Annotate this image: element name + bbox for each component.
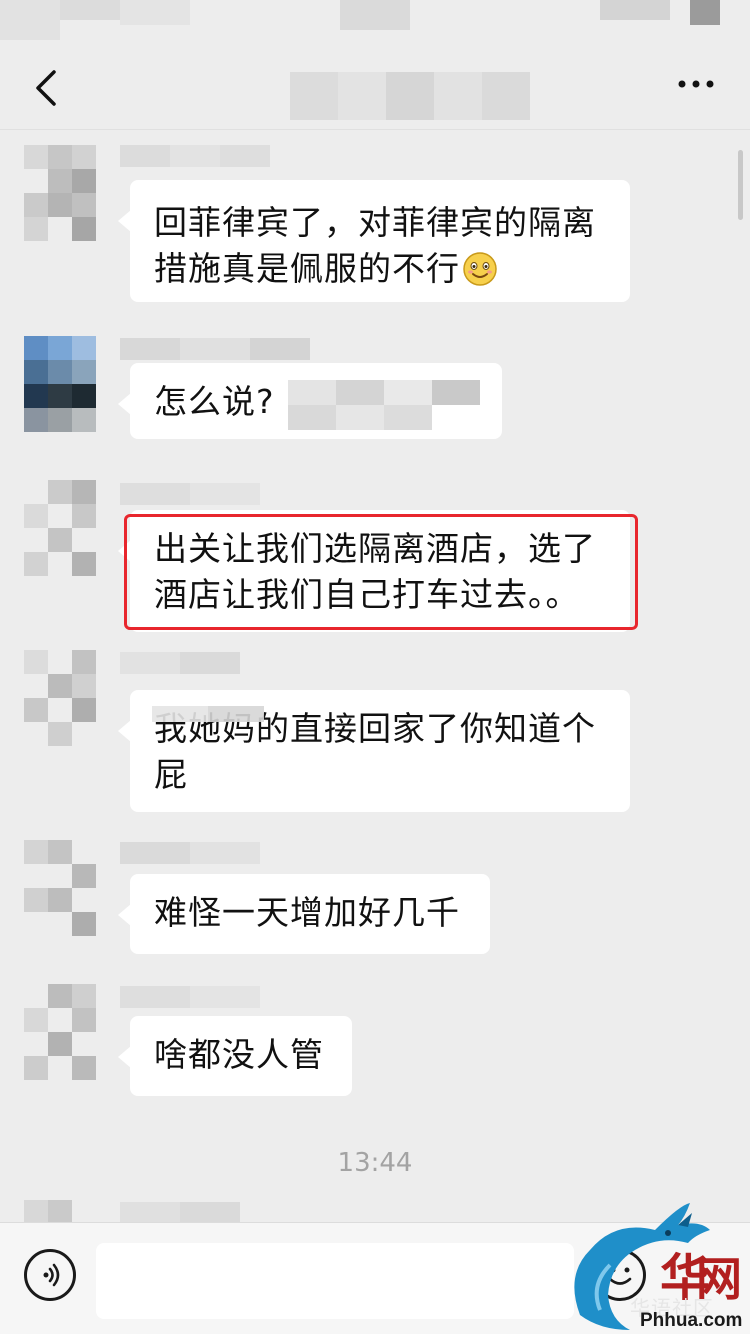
scrollbar[interactable] <box>738 150 743 220</box>
chat-title-blurred <box>290 72 530 120</box>
avatar[interactable] <box>24 336 96 432</box>
sender-name-blurred <box>120 145 270 167</box>
redacted-text-blur <box>152 706 264 722</box>
smiling-face-emoji <box>463 252 497 286</box>
watermark-url: Phhua.com <box>640 1310 743 1331</box>
status-bar <box>0 0 750 50</box>
message-text: 难怪一天增加好几千 <box>154 893 460 932</box>
message-bubble[interactable]: 啥都没人管 <box>118 1016 352 1096</box>
avatar[interactable] <box>24 984 96 1080</box>
avatar[interactable] <box>24 840 96 936</box>
chevron-left-icon[interactable] <box>28 68 68 108</box>
message-input[interactable] <box>96 1243 574 1319</box>
message-text: 怎么说? <box>154 382 275 421</box>
message-bubble[interactable]: 回菲律宾了，对菲律宾的隔离 措施真是佩服的不行 <box>118 180 630 302</box>
avatar[interactable] <box>24 145 96 241</box>
message-text-line: 屁 <box>154 755 188 794</box>
sender-name-blurred <box>120 842 260 864</box>
voice-icon[interactable] <box>24 1249 76 1301</box>
avatar-partial <box>24 1200 96 1222</box>
message-text: 啥都没人管 <box>154 1035 324 1074</box>
ellipsis-icon[interactable] <box>676 74 716 94</box>
avatar[interactable] <box>24 650 96 746</box>
highlight-box <box>124 514 638 630</box>
avatar[interactable] <box>24 480 96 576</box>
message-bubble[interactable]: 难怪一天增加好几千 <box>118 874 490 954</box>
sender-name-blurred <box>120 986 260 1008</box>
sender-name-blurred <box>120 652 240 674</box>
sender-name-blurred <box>120 483 260 505</box>
sender-name-blurred <box>120 338 310 360</box>
chat-header <box>0 50 750 130</box>
message-text-line: 措施真是佩服的不行 <box>154 246 606 292</box>
message-text-line: 回菲律宾了，对菲律宾的隔离 <box>154 203 596 242</box>
sender-name-blurred <box>120 1202 240 1222</box>
message-timestamp: 13:44 <box>337 1148 413 1178</box>
redacted-text-blur <box>288 380 480 430</box>
